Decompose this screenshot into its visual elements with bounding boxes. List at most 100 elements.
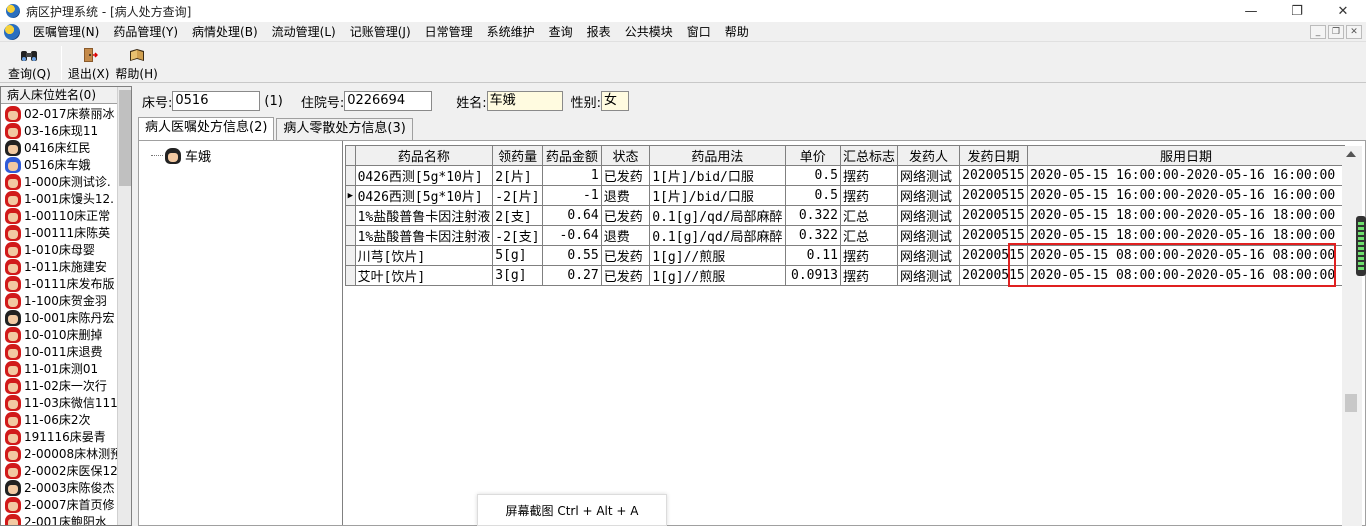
mdi-restore-button[interactable]: ❐ xyxy=(1328,25,1344,39)
menu-help[interactable]: 帮助 xyxy=(718,22,756,42)
bed-list-item[interactable]: 11-06床2次 xyxy=(1,411,117,428)
bed-list-item[interactable]: 2-00008床林测预 xyxy=(1,445,117,462)
mdi-child-icon[interactable] xyxy=(4,23,20,40)
table-cell[interactable]: 2020-05-15 18:00:00-2020-05-16 18:00:00 xyxy=(1026,205,1346,226)
table-cell[interactable]: 退费 xyxy=(600,185,651,206)
menu-daily[interactable]: 日常管理 xyxy=(418,22,480,42)
bed-list-item[interactable]: 1-001床馒头12. xyxy=(1,190,117,207)
table-cell[interactable]: 0.5 xyxy=(784,185,841,206)
table-cell[interactable]: 2020-05-15 16:00:00-2020-05-16 16:00:00 xyxy=(1026,185,1346,206)
bed-list-item[interactable]: 191116床晏青 xyxy=(1,428,117,445)
table-cell[interactable]: 20200515 xyxy=(959,245,1028,266)
menu-query[interactable]: 查询 xyxy=(542,22,580,42)
table-cell[interactable]: 汇总 xyxy=(839,225,898,246)
table-cell[interactable]: 汇总 xyxy=(839,205,898,226)
table-cell[interactable]: 1 xyxy=(541,165,602,186)
table-cell[interactable]: 0.11 xyxy=(784,245,841,266)
table-cell[interactable]: 0.322 xyxy=(784,225,841,246)
row-indicator[interactable] xyxy=(345,225,356,246)
table-cell[interactable]: 摆药 xyxy=(839,185,898,206)
table-cell[interactable]: 0.1[g]/qd/局部麻醉 xyxy=(649,205,786,226)
table-cell[interactable]: 3[g] xyxy=(492,265,543,286)
table-row[interactable]: 0426西测[5g*10片] 2[片] 1 已发药 1[片]/bid/口服 0.5 摆药 网络… xyxy=(345,165,1346,186)
table-cell[interactable]: 艾叶[饮片] xyxy=(354,265,494,286)
bed-list-item[interactable]: 1-010床母婴 xyxy=(1,241,117,258)
menu-flow[interactable]: 流动管理(L) xyxy=(265,22,343,42)
table-row[interactable]: 1%盐酸普鲁卡因注射液 -2[支] -0.64 退费 0.1[g]/qd/局部麻醉 0.3… xyxy=(345,225,1346,246)
table-cell[interactable]: 网络测试 xyxy=(896,265,961,286)
bed-list-item[interactable]: 03-16床现11 xyxy=(1,122,117,139)
column-header[interactable]: 发药日期 xyxy=(959,145,1028,166)
table-cell[interactable]: 网络测试 xyxy=(896,245,961,266)
table-cell[interactable]: 20200515 xyxy=(959,265,1028,286)
table-cell[interactable]: 2[片] xyxy=(492,165,543,186)
menu-accounting[interactable]: 记账管理(J) xyxy=(343,22,418,42)
table-cell[interactable]: 1[片]/bid/口服 xyxy=(649,185,786,206)
table-row[interactable]: 艾叶[饮片] 3[g] 0.27 已发药 1[g]//煎服 0.0913 摆药 网络测试 202… xyxy=(345,265,1346,286)
name-field[interactable]: 车娥 xyxy=(486,91,563,111)
minimize-button[interactable]: — xyxy=(1228,0,1274,22)
column-header[interactable]: 汇总标志 xyxy=(839,145,898,166)
table-cell[interactable]: 1[片]/bid/口服 xyxy=(649,165,786,186)
table-cell[interactable]: 2020-05-15 18:00:00-2020-05-16 18:00:00 xyxy=(1026,225,1346,246)
table-cell[interactable]: 2020-05-15 16:00:00-2020-05-16 16:00:00 xyxy=(1026,165,1346,186)
table-cell[interactable]: -2[支] xyxy=(492,225,543,246)
table-cell[interactable]: 网络测试 xyxy=(896,205,961,226)
mdi-close-button[interactable]: ✕ xyxy=(1346,25,1362,39)
bed-list-item[interactable]: 2-0002床医保12 xyxy=(1,462,117,479)
table-cell[interactable]: 已发药 xyxy=(600,245,651,266)
bed-list-item[interactable]: 0516床车娥 xyxy=(1,156,117,173)
table-cell[interactable]: 摆药 xyxy=(839,265,898,286)
row-indicator[interactable] xyxy=(345,245,356,266)
menu-public[interactable]: 公共模块 xyxy=(618,22,680,42)
bed-list-item[interactable]: 10-001床陈丹宏 xyxy=(1,309,117,326)
tab-scattered-prescriptions[interactable]: 病人零散处方信息(3) xyxy=(276,118,413,140)
table-cell[interactable]: 川芎[饮片] xyxy=(354,245,494,266)
table-cell[interactable]: 2020-05-15 08:00:00-2020-05-16 08:00:00 xyxy=(1026,245,1346,266)
query-button[interactable]: 查询(Q) xyxy=(8,43,51,82)
bed-list-scrollbar[interactable] xyxy=(117,87,131,525)
bed-list-item[interactable]: 1-000床测试诊. xyxy=(1,173,117,190)
table-cell[interactable]: 1[g]//煎服 xyxy=(649,245,786,266)
menu-drugs[interactable]: 药品管理(Y) xyxy=(106,22,185,42)
column-header[interactable]: 发药人 xyxy=(896,145,961,166)
menu-window[interactable]: 窗口 xyxy=(680,22,718,42)
bed-no-field[interactable]: 0516 xyxy=(172,91,261,111)
grid-vertical-scrollbar[interactable] xyxy=(1342,146,1362,526)
column-header[interactable]: 服用日期 xyxy=(1026,145,1346,166)
table-cell[interactable]: 0.55 xyxy=(541,245,602,266)
table-cell[interactable]: 0.1[g]/qd/局部麻醉 xyxy=(649,225,786,246)
tab-order-prescriptions[interactable]: 病人医嘱处方信息(2) xyxy=(138,117,275,140)
table-cell[interactable]: 20200515 xyxy=(959,185,1028,206)
bed-list-item[interactable]: 11-01床测01 xyxy=(1,360,117,377)
menu-reports[interactable]: 报表 xyxy=(580,22,618,42)
row-indicator[interactable] xyxy=(345,265,356,286)
column-header[interactable]: 单价 xyxy=(784,145,841,166)
table-cell[interactable]: 20200515 xyxy=(959,205,1028,226)
table-cell[interactable]: 0.5 xyxy=(784,165,841,186)
table-cell[interactable]: 已发药 xyxy=(600,265,651,286)
table-cell[interactable]: 退费 xyxy=(600,225,651,246)
tree-node-patient[interactable]: 车娥 xyxy=(151,146,211,165)
bed-list-item[interactable]: 2-0003床陈俊杰 xyxy=(1,479,117,496)
bed-list-item[interactable]: 11-02床一次行 xyxy=(1,377,117,394)
table-cell[interactable]: 1%盐酸普鲁卡因注射液 xyxy=(354,225,494,246)
table-cell[interactable]: 1%盐酸普鲁卡因注射液 xyxy=(354,205,494,226)
table-cell[interactable]: -2[片] xyxy=(492,185,543,206)
bed-list-item[interactable]: 1-0111床发布版 xyxy=(1,275,117,292)
table-cell[interactable]: -1 xyxy=(541,185,602,206)
menu-orders[interactable]: 医嘱管理(N) xyxy=(26,22,106,42)
bed-list-item[interactable]: 10-010床删掉 xyxy=(1,326,117,343)
table-row[interactable]: 川芎[饮片] 5[g] 0.55 已发药 1[g]//煎服 0.11 摆药 网络测试 20200… xyxy=(345,245,1346,266)
table-cell[interactable]: 1[g]//煎服 xyxy=(649,265,786,286)
table-cell[interactable]: 2020-05-15 08:00:00-2020-05-16 08:00:00 xyxy=(1026,265,1346,286)
column-header[interactable]: 状态 xyxy=(600,145,651,166)
table-cell[interactable]: 2[支] xyxy=(492,205,543,226)
close-button[interactable]: ✕ xyxy=(1320,0,1366,22)
table-cell[interactable]: 摆药 xyxy=(839,245,898,266)
column-header[interactable]: 药品用法 xyxy=(649,145,786,166)
bed-list-item[interactable]: 1-00111床陈英 xyxy=(1,224,117,241)
table-cell[interactable]: 摆药 xyxy=(839,165,898,186)
table-cell[interactable]: 5[g] xyxy=(492,245,543,266)
exit-button[interactable]: 退出(X) xyxy=(68,43,109,82)
